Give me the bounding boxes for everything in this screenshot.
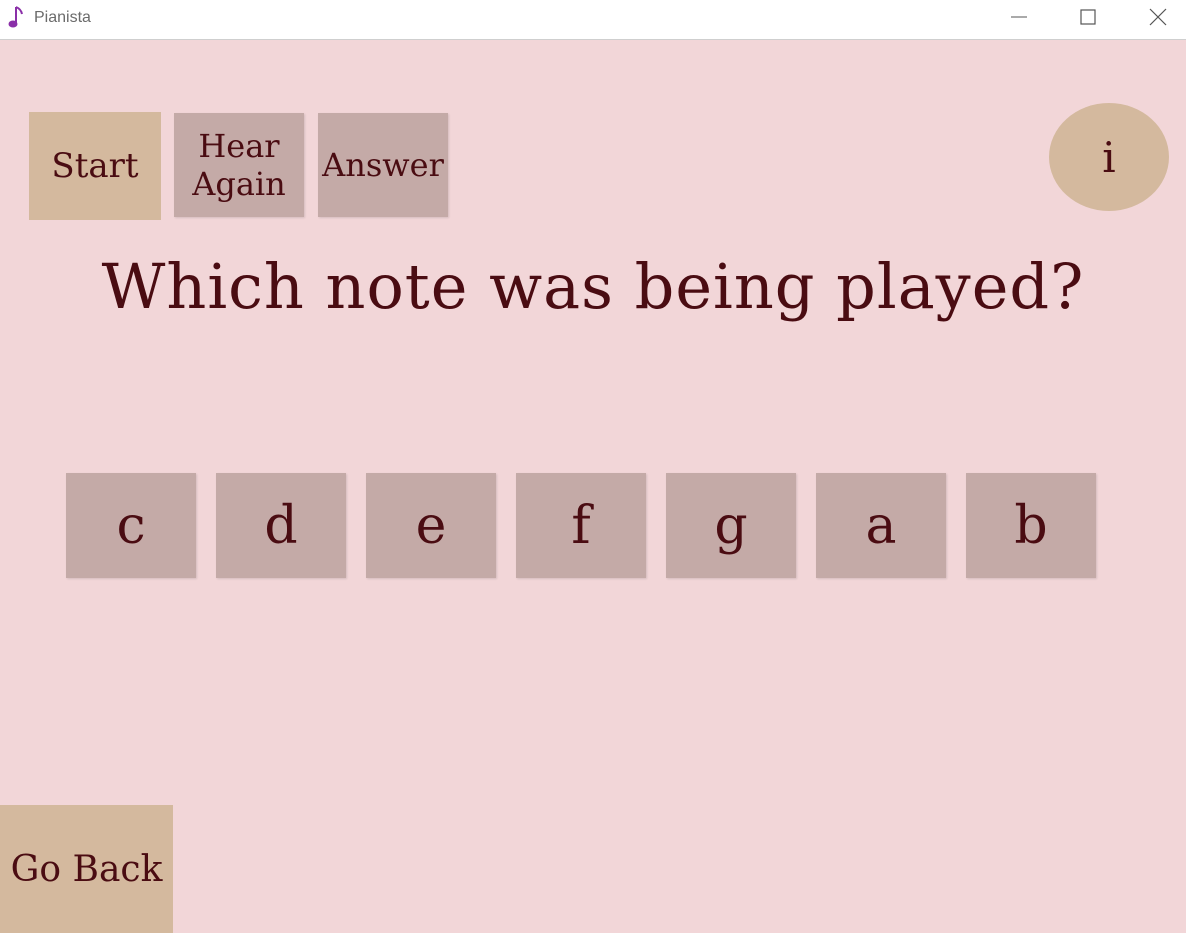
hear-again-line2: Again	[192, 165, 286, 203]
hear-again-line1: Hear	[198, 126, 280, 165]
close-icon	[1149, 8, 1167, 26]
note-label: e	[415, 495, 447, 556]
question-prompt: Which note was being played?	[101, 250, 1085, 323]
minimize-icon	[1011, 16, 1027, 18]
note-button-f[interactable]: f	[516, 473, 646, 578]
go-back-label: Go Back	[10, 848, 163, 890]
note-label: g	[714, 495, 748, 556]
info-button[interactable]: i	[1049, 103, 1169, 211]
answer-button-label: Answer	[322, 146, 444, 184]
start-button-label: Start	[51, 146, 139, 186]
maximize-icon	[1080, 9, 1096, 25]
title-bar: Pianista	[0, 0, 1186, 40]
note-label: f	[571, 495, 591, 556]
start-button[interactable]: Start	[29, 112, 161, 220]
close-button[interactable]	[1135, 0, 1181, 34]
note-button-e[interactable]: e	[366, 473, 496, 578]
music-note-icon	[8, 6, 23, 28]
hear-again-button[interactable]: Hear Again	[174, 113, 304, 217]
note-button-g[interactable]: g	[666, 473, 796, 578]
window-title: Pianista	[34, 9, 91, 26]
note-button-b[interactable]: b	[966, 473, 1096, 578]
minimize-button[interactable]	[996, 0, 1042, 34]
hear-again-label: Hear Again	[192, 127, 286, 204]
note-button-d[interactable]: d	[216, 473, 346, 578]
maximize-button[interactable]	[1065, 0, 1111, 34]
note-label: a	[865, 495, 897, 556]
note-label: b	[1014, 495, 1048, 556]
note-label: c	[116, 495, 146, 556]
answer-button[interactable]: Answer	[318, 113, 448, 217]
note-button-a[interactable]: a	[816, 473, 946, 578]
note-button-c[interactable]: c	[66, 473, 196, 578]
info-icon: i	[1102, 132, 1116, 182]
note-label: d	[264, 495, 298, 556]
go-back-button[interactable]: Go Back	[0, 805, 173, 933]
